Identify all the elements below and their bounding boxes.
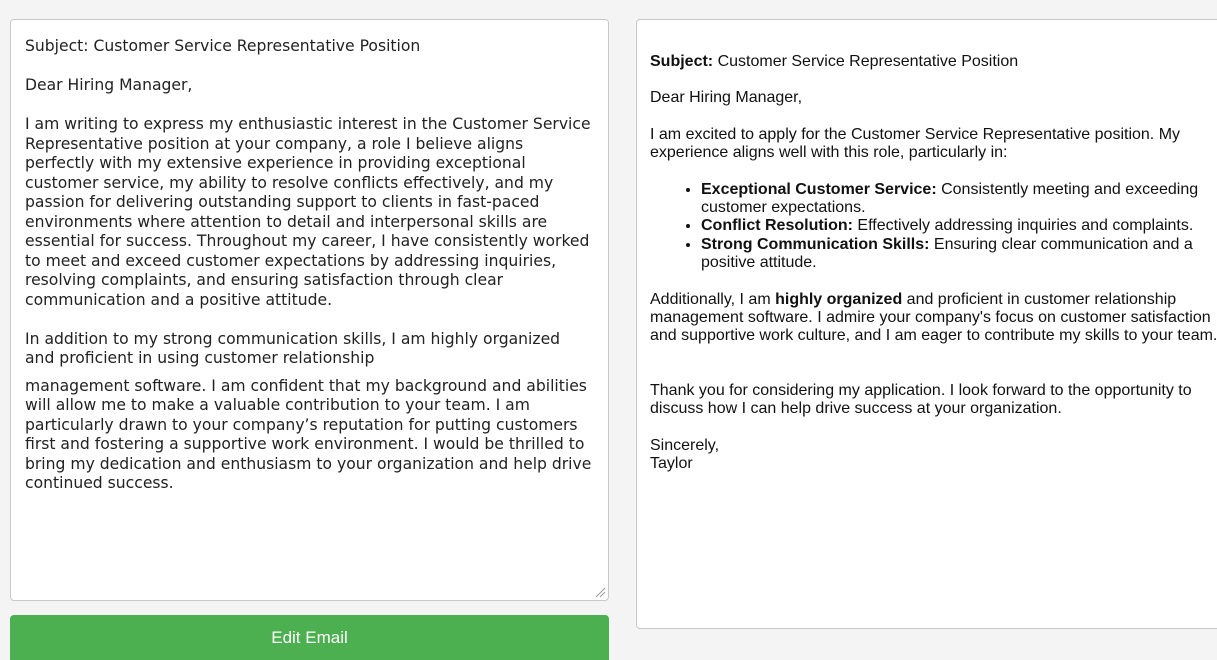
edit-email-button[interactable]: Edit Email — [10, 615, 609, 660]
email-draft-textarea[interactable]: Subject: Customer Service Representative… — [10, 19, 609, 601]
preview-additional: Additionally, I am highly organized and … — [650, 291, 1217, 346]
preview-skill-list: Exceptional Customer Service: Consistent… — [650, 181, 1217, 273]
additional-emphasis: highly organized — [775, 290, 903, 308]
skill-description: Effectively addressing inquiries and com… — [852, 217, 1194, 235]
preview-signature: Taylor — [650, 455, 693, 473]
draft-paragraph: I am writing to express my enthusiastic … — [25, 115, 591, 309]
preview-intro: I am excited to apply for the Customer S… — [650, 125, 1181, 162]
skill-title: Strong Communication Skills: — [701, 235, 930, 253]
list-item: Strong Communication Skills: Ensuring cl… — [701, 236, 1217, 273]
preview-closing: Thank you for considering my application… — [650, 381, 1192, 418]
skill-title: Exceptional Customer Service: — [701, 180, 937, 198]
additional-text-start: Additionally, I am — [650, 290, 776, 308]
email-editor-page: Subject: Customer Service Representative… — [0, 0, 1217, 660]
list-item: Conflict Resolution: Effectively address… — [701, 217, 1217, 235]
skill-title: Conflict Resolution: — [701, 217, 853, 235]
draft-paragraph: management software. I am confident that… — [25, 376, 592, 493]
subject-label: Subject: — [650, 53, 714, 70]
subject-text: Customer Service Representative Position — [713, 53, 1019, 70]
preview-signoff: Sincerely, — [650, 436, 720, 454]
email-preview: Subject: Customer Service Representative… — [636, 19, 1217, 629]
list-item: Exceptional Customer Service: Consistent… — [701, 181, 1217, 218]
draft-paragraph: Dear Hiring Manager, — [25, 76, 193, 94]
resize-handle-icon[interactable] — [592, 584, 606, 598]
draft-paragraph: In addition to my strong communication s… — [25, 329, 561, 368]
preview-greeting: Dear Hiring Manager, — [650, 89, 803, 107]
preview-subject: Subject: Customer Service Representative… — [650, 53, 1217, 71]
draft-paragraph: Subject: Customer Service Representative… — [25, 37, 421, 55]
